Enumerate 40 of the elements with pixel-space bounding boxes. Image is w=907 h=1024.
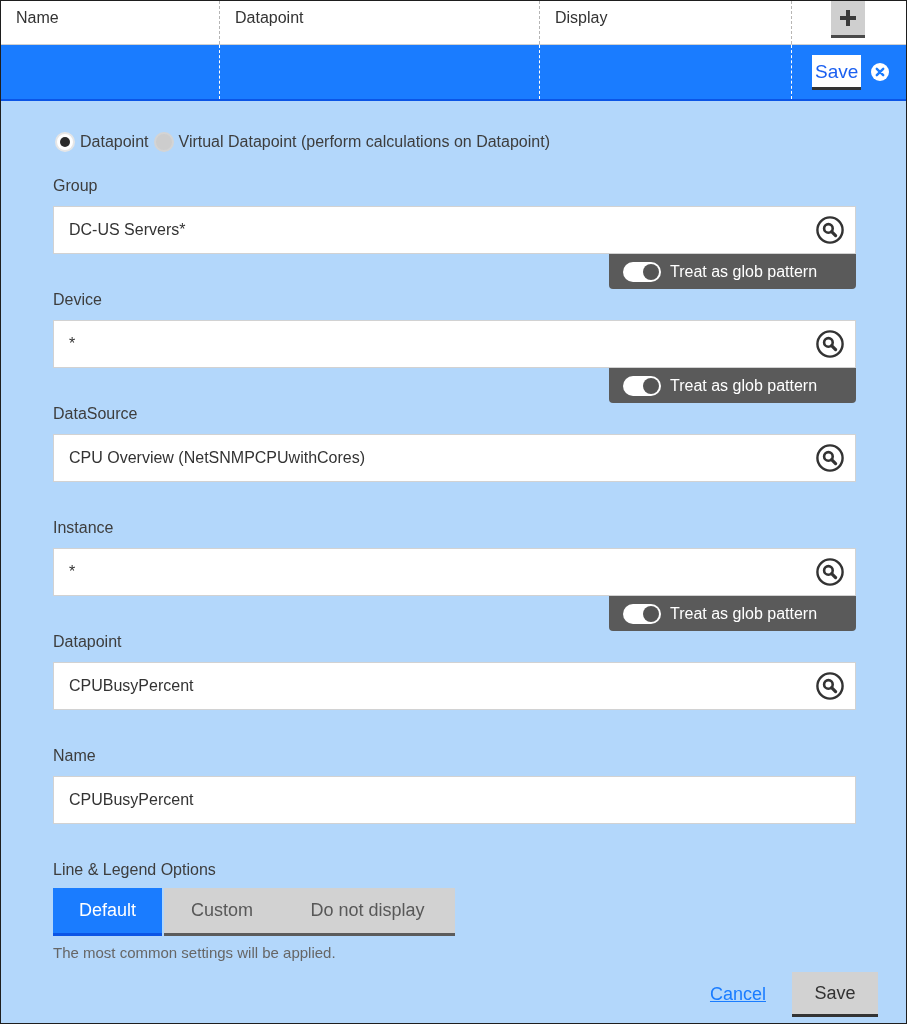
search-icon[interactable] bbox=[816, 672, 844, 700]
add-button[interactable] bbox=[831, 1, 865, 38]
field-label: Device bbox=[53, 290, 103, 310]
toggle-label: Treat as glob pattern bbox=[670, 604, 818, 623]
hint-text: The most common settings will be applied. bbox=[53, 943, 337, 963]
search-icon[interactable] bbox=[816, 330, 844, 358]
input-field[interactable]: * bbox=[53, 548, 856, 596]
field-label: Name bbox=[53, 746, 97, 766]
plus-icon bbox=[840, 10, 856, 26]
field-label: Instance bbox=[53, 518, 115, 538]
segment-button[interactable]: Default bbox=[53, 888, 162, 936]
save-button[interactable]: Save bbox=[792, 972, 878, 1017]
field-label: Datapoint bbox=[53, 632, 123, 652]
search-icon[interactable] bbox=[816, 444, 844, 472]
column-header: Display bbox=[555, 9, 608, 26]
toggle-switch[interactable] bbox=[623, 375, 661, 396]
input-field[interactable]: CPUBusyPercent bbox=[53, 662, 856, 710]
input-field[interactable]: DC-US Servers* bbox=[53, 206, 856, 254]
segment-button[interactable]: Do not display bbox=[280, 888, 455, 936]
segment-button[interactable]: Custom bbox=[164, 888, 280, 936]
field-label: Line & Legend Options bbox=[53, 860, 217, 880]
column-header: Name bbox=[16, 9, 59, 26]
toggle-switch[interactable] bbox=[623, 603, 661, 624]
save-button[interactable]: Save bbox=[812, 55, 862, 90]
radio-button[interactable] bbox=[55, 132, 75, 152]
close-icon[interactable] bbox=[871, 63, 890, 81]
input-field[interactable]: CPU Overview (NetSNMPCPUwithCores) bbox=[53, 434, 856, 482]
input-field[interactable]: CPUBusyPercent bbox=[53, 776, 856, 824]
toggle-switch[interactable] bbox=[623, 261, 661, 282]
search-icon[interactable] bbox=[816, 558, 844, 586]
input-field[interactable]: * bbox=[53, 320, 856, 368]
field-label: Group bbox=[53, 176, 99, 196]
radio-label[interactable]: Datapoint bbox=[80, 133, 149, 151]
search-icon[interactable] bbox=[816, 216, 844, 244]
radio-label[interactable]: Virtual Datapoint (perform calculations on Datapoint) bbox=[178, 133, 550, 151]
toggle-label: Treat as glob pattern bbox=[670, 376, 818, 395]
toggle-label: Treat as glob pattern bbox=[670, 262, 818, 281]
column-header: Datapoint bbox=[235, 9, 304, 26]
radio-button[interactable] bbox=[153, 132, 174, 152]
field-label: DataSource bbox=[53, 404, 139, 424]
